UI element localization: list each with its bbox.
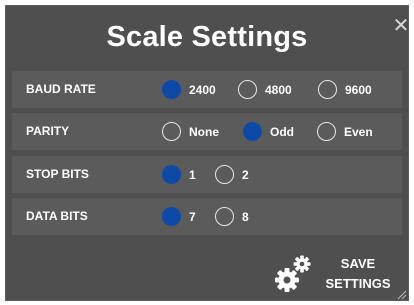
radio-icon[interactable] — [215, 207, 234, 226]
option-label: 2400 — [189, 82, 216, 97]
save-label-line2: SETTINGS — [325, 276, 391, 291]
save-settings-label: SAVE SETTINGS — [320, 254, 396, 294]
parity-label: PARITY — [26, 124, 70, 138]
data-bits-label: DATA BITS — [26, 209, 88, 223]
option-label: None — [189, 124, 219, 139]
parity-option-even[interactable]: Even — [317, 113, 373, 150]
option-label: 2 — [242, 167, 249, 182]
radio-selected-icon[interactable] — [162, 80, 181, 99]
radio-icon[interactable] — [162, 122, 181, 141]
option-label: 1 — [189, 167, 196, 182]
option-label: 4800 — [265, 82, 292, 97]
data-bits-option-7[interactable]: 7 — [162, 198, 196, 235]
parity-row: PARITY None Odd Even — [12, 113, 402, 150]
baud-rate-option-4800[interactable]: 4800 — [238, 71, 292, 108]
baud-rate-label: BAUD RATE — [26, 82, 96, 96]
save-label-line1: SAVE — [340, 256, 376, 271]
radio-selected-icon[interactable] — [162, 165, 181, 184]
radio-selected-icon[interactable] — [243, 122, 262, 141]
option-label: 8 — [242, 209, 249, 224]
baud-rate-option-2400[interactable]: 2400 — [162, 71, 216, 108]
dialog-title: Scale Settings — [106, 21, 308, 53]
data-bits-option-8[interactable]: 8 — [215, 198, 249, 235]
radio-icon[interactable] — [318, 80, 337, 99]
option-label: Odd — [270, 124, 294, 139]
resize-grip-icon[interactable] — [397, 290, 407, 300]
radio-icon[interactable] — [317, 122, 336, 141]
stop-bits-row: STOP BITS 1 2 — [12, 156, 402, 193]
option-label: Even — [344, 124, 373, 139]
baud-rate-row: BAUD RATE 2400 4800 9600 — [12, 71, 402, 108]
stop-bits-option-2[interactable]: 2 — [215, 156, 249, 193]
radio-selected-icon[interactable] — [162, 207, 181, 226]
option-label: 7 — [189, 209, 196, 224]
stop-bits-option-1[interactable]: 1 — [162, 156, 196, 193]
radio-icon[interactable] — [215, 165, 234, 184]
save-settings-button[interactable]: SAVE SETTINGS — [270, 252, 400, 296]
parity-option-none[interactable]: None — [162, 113, 219, 150]
parity-option-odd[interactable]: Odd — [243, 113, 294, 150]
radio-icon[interactable] — [238, 80, 257, 99]
option-label: 9600 — [345, 82, 372, 97]
data-bits-row: DATA BITS 7 8 — [12, 198, 402, 235]
stop-bits-label: STOP BITS — [26, 167, 89, 181]
baud-rate-option-9600[interactable]: 9600 — [318, 71, 372, 108]
gears-icon — [275, 255, 311, 292]
